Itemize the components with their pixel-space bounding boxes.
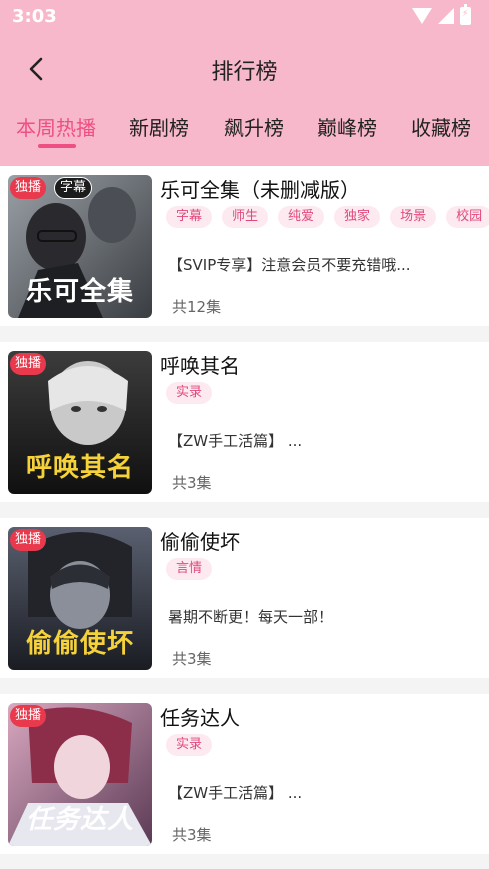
signal-icon bbox=[438, 8, 454, 24]
tag[interactable]: 校园 bbox=[446, 206, 489, 228]
tag[interactable]: 纯爱 bbox=[278, 206, 325, 228]
status-icons bbox=[412, 4, 471, 25]
item-title[interactable]: 呼唤其名 bbox=[160, 350, 240, 379]
tag-list: 字幕 师生 纯爱 独家 场景 校园 bbox=[166, 206, 489, 228]
wifi-icon bbox=[412, 8, 432, 24]
list-item[interactable]: 独播 呼唤其名 呼唤其名 实录 【ZW手工活篇】 ... 共3集 bbox=[0, 342, 489, 502]
status-time: 3:03 bbox=[12, 6, 57, 27]
episode-count: 共12集 bbox=[172, 298, 222, 316]
episode-count: 共3集 bbox=[172, 474, 212, 492]
cover-title-text: 呼唤其名 bbox=[25, 453, 134, 483]
cover-image: 独播 字幕 乐可全集 bbox=[8, 175, 152, 318]
item-description: 【ZW手工活篇】 ... bbox=[168, 432, 303, 450]
chevron-left-icon[interactable] bbox=[22, 54, 52, 84]
tag-list: 实录 bbox=[166, 382, 213, 404]
item-description: 【ZW手工活篇】 ... bbox=[168, 784, 303, 802]
episode-count: 共3集 bbox=[172, 650, 212, 668]
tag[interactable]: 实录 bbox=[166, 382, 213, 404]
cover-image: 独播 任务达人 bbox=[8, 703, 152, 846]
tag[interactable]: 独家 bbox=[334, 206, 381, 228]
tag[interactable]: 字幕 bbox=[166, 206, 213, 228]
active-tab-indicator bbox=[38, 144, 76, 148]
exclusive-badge: 独播 bbox=[10, 705, 47, 727]
header: 3:03 排行榜 本周热播 新剧榜 飙升榜 巅峰榜 收藏榜 bbox=[0, 0, 489, 166]
tab-rising[interactable]: 飙升榜 bbox=[224, 112, 284, 141]
tag[interactable]: 师生 bbox=[222, 206, 269, 228]
item-description: 暑期不断更！每天一部！ bbox=[168, 608, 334, 626]
tab-new-dramas[interactable]: 新剧榜 bbox=[129, 112, 189, 141]
list-item[interactable]: 独播 字幕 乐可全集 乐可全集（未删减版） 字幕 师生 纯爱 独家 场景 校园 … bbox=[0, 166, 489, 326]
tab-favorites[interactable]: 收藏榜 bbox=[411, 112, 471, 141]
exclusive-badge: 独播 bbox=[10, 529, 47, 551]
page-title: 排行榜 bbox=[211, 60, 278, 85]
battery-charging-icon bbox=[460, 4, 471, 25]
cover-image: 独播 呼唤其名 bbox=[8, 351, 152, 494]
episode-count: 共3集 bbox=[172, 826, 212, 844]
item-title[interactable]: 偷偷使坏 bbox=[160, 526, 240, 555]
cover-title-text: 偷偷使坏 bbox=[25, 629, 134, 659]
exclusive-badge: 独播 bbox=[10, 177, 47, 199]
tag[interactable]: 实录 bbox=[166, 734, 213, 756]
cover-title-text: 乐可全集 bbox=[25, 277, 134, 307]
item-description: 【SVIP专享】注意会员不要充错哦... bbox=[168, 256, 411, 274]
item-title[interactable]: 任务达人 bbox=[160, 702, 240, 731]
cover-image: 独播 偷偷使坏 bbox=[8, 527, 152, 670]
nav-bar: 排行榜 bbox=[0, 44, 489, 94]
tab-weekly-hot[interactable]: 本周热播 bbox=[16, 112, 96, 141]
status-bar: 3:03 bbox=[0, 0, 489, 34]
tag[interactable]: 场景 bbox=[390, 206, 437, 228]
tab-bar: 本周热播 新剧榜 飙升榜 巅峰榜 收藏榜 bbox=[0, 106, 489, 152]
tab-peak[interactable]: 巅峰榜 bbox=[317, 112, 377, 141]
cover-title-text: 任务达人 bbox=[25, 805, 134, 835]
exclusive-badge: 独播 bbox=[10, 353, 47, 375]
item-title[interactable]: 乐可全集（未删减版） bbox=[160, 174, 360, 203]
tag-list: 实录 bbox=[166, 734, 213, 756]
list-item[interactable]: 独播 任务达人 任务达人 实录 【ZW手工活篇】 ... 共3集 bbox=[0, 694, 489, 854]
tag-list: 言情 bbox=[166, 558, 213, 580]
tag[interactable]: 言情 bbox=[166, 558, 213, 580]
list-item[interactable]: 独播 偷偷使坏 偷偷使坏 言情 暑期不断更！每天一部！ 共3集 bbox=[0, 518, 489, 678]
subtitle-badge: 字幕 bbox=[54, 177, 93, 199]
